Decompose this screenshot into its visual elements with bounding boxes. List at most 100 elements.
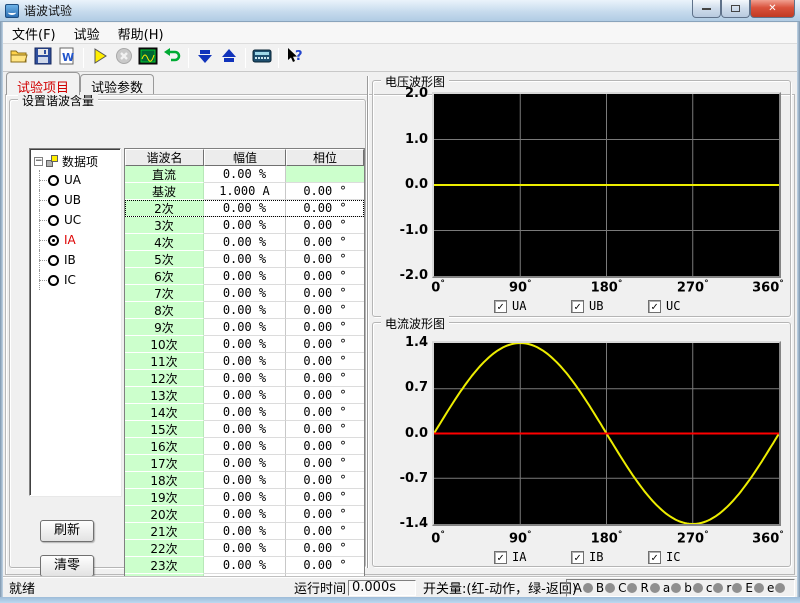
phase-cell[interactable]: 0.00 °: [286, 200, 364, 217]
harmonic-name-cell[interactable]: 17次: [125, 455, 204, 472]
harmonic-name-cell[interactable]: 22次: [125, 540, 204, 557]
harmonic-name-cell[interactable]: 7次: [125, 285, 204, 302]
phase-cell[interactable]: 0.00 °: [286, 438, 364, 455]
close-button[interactable]: ✕: [750, 0, 795, 18]
table-row[interactable]: 18次0.00 %0.00 °: [125, 472, 364, 489]
move-up-button[interactable]: [217, 46, 241, 69]
radio-selected-icon[interactable]: [48, 235, 59, 246]
amplitude-cell[interactable]: 0.00 %: [204, 285, 286, 302]
legend-checkbox-IA[interactable]: ✓IA: [494, 550, 526, 564]
phase-cell[interactable]: 0.00 °: [286, 540, 364, 557]
table-row[interactable]: 4次0.00 %0.00 °: [125, 234, 364, 251]
tree-item-UC[interactable]: UC: [34, 210, 120, 230]
phase-cell[interactable]: [286, 166, 364, 183]
legend-checkbox-IC[interactable]: ✓IC: [648, 550, 680, 564]
checkbox-icon[interactable]: ✓: [494, 551, 507, 564]
save-button[interactable]: [31, 46, 55, 69]
harmonic-name-cell[interactable]: 基波: [125, 183, 204, 200]
harmonic-name-cell[interactable]: 9次: [125, 319, 204, 336]
waveform-button[interactable]: [136, 46, 160, 69]
phase-cell[interactable]: 0.00 °: [286, 353, 364, 370]
phase-cell[interactable]: 0.00 °: [286, 506, 364, 523]
harmonic-name-cell[interactable]: 10次: [125, 336, 204, 353]
legend-checkbox-UB[interactable]: ✓UB: [571, 299, 603, 313]
amplitude-cell[interactable]: 0.00 %: [204, 438, 286, 455]
radio-icon[interactable]: [48, 275, 59, 286]
amplitude-cell[interactable]: 0.00 %: [204, 387, 286, 404]
harmonic-name-cell[interactable]: 12次: [125, 370, 204, 387]
phase-cell[interactable]: 0.00 °: [286, 523, 364, 540]
amplitude-cell[interactable]: 0.00 %: [204, 523, 286, 540]
harmonic-name-cell[interactable]: 直流: [125, 166, 204, 183]
table-row[interactable]: 14次0.00 %0.00 °: [125, 404, 364, 421]
table-row[interactable]: 基波1.000 A0.00 °: [125, 183, 364, 200]
phase-cell[interactable]: 0.00 °: [286, 234, 364, 251]
harmonic-name-cell[interactable]: 4次: [125, 234, 204, 251]
phase-cell[interactable]: 0.00 °: [286, 336, 364, 353]
phase-cell[interactable]: 0.00 °: [286, 421, 364, 438]
amplitude-cell[interactable]: 0.00 %: [204, 200, 286, 217]
harmonic-name-cell[interactable]: 8次: [125, 302, 204, 319]
phase-cell[interactable]: 0.00 °: [286, 404, 364, 421]
harmonic-name-cell[interactable]: 2次: [125, 200, 204, 217]
tree-item-IA[interactable]: IA: [34, 230, 120, 250]
amplitude-cell[interactable]: 0.00 %: [204, 455, 286, 472]
harmonic-name-cell[interactable]: 14次: [125, 404, 204, 421]
amplitude-cell[interactable]: 0.00 %: [204, 353, 286, 370]
harmonic-name-cell[interactable]: 6次: [125, 268, 204, 285]
table-row[interactable]: 8次0.00 %0.00 °: [125, 302, 364, 319]
phase-cell[interactable]: 0.00 °: [286, 455, 364, 472]
radio-icon[interactable]: [48, 195, 59, 206]
harmonic-name-cell[interactable]: 11次: [125, 353, 204, 370]
tree-item-IB[interactable]: IB: [34, 250, 120, 270]
radio-icon[interactable]: [48, 175, 59, 186]
stop-button[interactable]: [112, 46, 136, 69]
tab-test-items[interactable]: 试验项目: [6, 72, 80, 95]
open-file-button[interactable]: [7, 46, 31, 69]
checkbox-icon[interactable]: ✓: [648, 551, 661, 564]
minimize-button[interactable]: [692, 0, 721, 18]
column-header-1[interactable]: 幅值: [204, 149, 286, 166]
phase-cell[interactable]: 0.00 °: [286, 285, 364, 302]
tree-item-UB[interactable]: UB: [34, 190, 120, 210]
amplitude-cell[interactable]: 0.00 %: [204, 557, 286, 574]
harmonic-name-cell[interactable]: 19次: [125, 489, 204, 506]
phase-cell[interactable]: 0.00 °: [286, 557, 364, 574]
legend-checkbox-UA[interactable]: ✓UA: [494, 299, 526, 313]
table-row[interactable]: 22次0.00 %0.00 °: [125, 540, 364, 557]
table-row[interactable]: 11次0.00 %0.00 °: [125, 353, 364, 370]
table-row[interactable]: 20次0.00 %0.00 °: [125, 506, 364, 523]
amplitude-cell[interactable]: 0.00 %: [204, 489, 286, 506]
table-row[interactable]: 23次0.00 %0.00 °: [125, 557, 364, 574]
keypad-button[interactable]: [250, 46, 274, 69]
menu-item-0[interactable]: 文件(F): [3, 22, 65, 45]
legend-checkbox-IB[interactable]: ✓IB: [571, 550, 603, 564]
harmonic-name-cell[interactable]: 3次: [125, 217, 204, 234]
amplitude-cell[interactable]: 0.00 %: [204, 472, 286, 489]
amplitude-cell[interactable]: 0.00 %: [204, 421, 286, 438]
phase-cell[interactable]: 0.00 °: [286, 183, 364, 200]
amplitude-cell[interactable]: 1.000 A: [204, 183, 286, 200]
return-arrow-button[interactable]: [160, 46, 184, 69]
checkbox-icon[interactable]: ✓: [494, 300, 507, 313]
radio-icon[interactable]: [48, 215, 59, 226]
phase-cell[interactable]: 0.00 °: [286, 302, 364, 319]
amplitude-cell[interactable]: 0.00 %: [204, 234, 286, 251]
table-row[interactable]: 2次0.00 %0.00 °: [125, 200, 364, 217]
amplitude-cell[interactable]: 0.00 %: [204, 370, 286, 387]
amplitude-cell[interactable]: 0.00 %: [204, 336, 286, 353]
checkbox-icon[interactable]: ✓: [571, 300, 584, 313]
table-row[interactable]: 21次0.00 %0.00 °: [125, 523, 364, 540]
title-bar[interactable]: 谐波试验 ✕: [0, 0, 800, 22]
move-down-button[interactable]: [193, 46, 217, 69]
harmonic-name-cell[interactable]: 5次: [125, 251, 204, 268]
export-word-button[interactable]: W: [55, 46, 79, 69]
harmonic-name-cell[interactable]: 16次: [125, 438, 204, 455]
maximize-button[interactable]: [721, 0, 750, 18]
table-row[interactable]: 9次0.00 %0.00 °: [125, 319, 364, 336]
amplitude-cell[interactable]: 0.00 %: [204, 404, 286, 421]
menu-item-1[interactable]: 试验: [65, 22, 109, 45]
phase-cell[interactable]: 0.00 °: [286, 387, 364, 404]
help-pointer-button[interactable]: ?: [283, 46, 307, 69]
phase-cell[interactable]: 0.00 °: [286, 370, 364, 387]
